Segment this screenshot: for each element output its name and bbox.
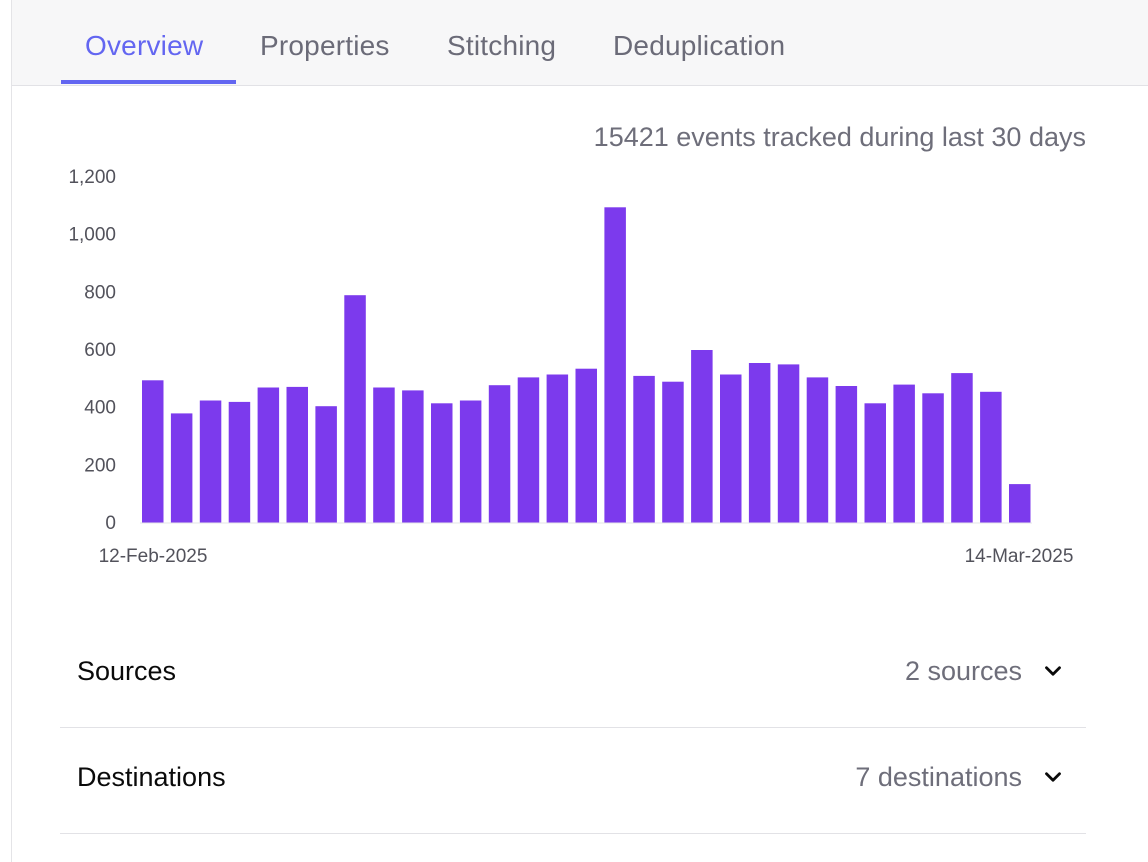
sources-count: 2 sources (904, 656, 1022, 686)
x-end-label: 14-Mar-2025 (965, 546, 1074, 567)
bar[interactable] (691, 350, 713, 523)
y-tick-label: 400 (84, 398, 116, 419)
bar[interactable] (431, 403, 453, 523)
bar[interactable] (835, 386, 858, 523)
chevron-down-icon[interactable] (1040, 658, 1066, 684)
y-tick-label: 0 (105, 513, 116, 534)
bar[interactable] (517, 377, 540, 523)
bars (142, 207, 1031, 524)
bar[interactable] (344, 295, 366, 523)
bar[interactable] (748, 363, 771, 523)
y-tick-label: 1,000 (68, 225, 116, 246)
destinations-row[interactable]: Destinations 7 destinations (60, 728, 1086, 834)
sources-label: Sources (77, 656, 177, 686)
chevron-down-icon[interactable] (1040, 764, 1066, 790)
bar[interactable] (142, 380, 164, 523)
bar[interactable] (546, 374, 569, 524)
bar[interactable] (315, 406, 337, 523)
destinations-count: 7 destinations (855, 762, 1022, 792)
events-bar-chart: 0 200 400 600 800 1,000 1,200 12-Feb-2025 14-M… (68, 167, 1074, 567)
bar[interactable] (893, 384, 915, 523)
bar[interactable] (1009, 484, 1031, 523)
bar[interactable] (951, 373, 973, 523)
y-tick-label: 600 (84, 340, 116, 361)
bar[interactable] (257, 387, 280, 524)
bar[interactable] (633, 375, 655, 523)
bar[interactable] (459, 400, 482, 524)
bar[interactable] (373, 387, 395, 524)
bar[interactable] (575, 368, 598, 523)
bar[interactable] (488, 385, 511, 523)
y-tick-label: 200 (84, 455, 116, 476)
bar[interactable] (228, 401, 251, 523)
sources-row[interactable]: Sources 2 sources (60, 622, 1086, 728)
bar[interactable] (662, 381, 684, 523)
bar[interactable] (199, 400, 222, 524)
destinations-label: Destinations (77, 762, 226, 792)
bar[interactable] (922, 393, 944, 524)
y-tick-label: 800 (84, 282, 116, 303)
bar[interactable] (720, 374, 742, 524)
bar[interactable] (864, 403, 887, 523)
y-tick-label: 1,200 (68, 167, 116, 188)
bar[interactable] (170, 413, 193, 523)
bar[interactable] (806, 377, 829, 523)
x-start-label: 12-Feb-2025 (99, 546, 208, 567)
bar[interactable] (286, 386, 309, 523)
y-axis: 0 200 400 600 800 1,000 1,200 (68, 167, 116, 534)
bar[interactable] (402, 390, 424, 523)
bar[interactable] (604, 207, 626, 524)
bar[interactable] (777, 364, 800, 523)
bar[interactable] (980, 391, 1002, 523)
